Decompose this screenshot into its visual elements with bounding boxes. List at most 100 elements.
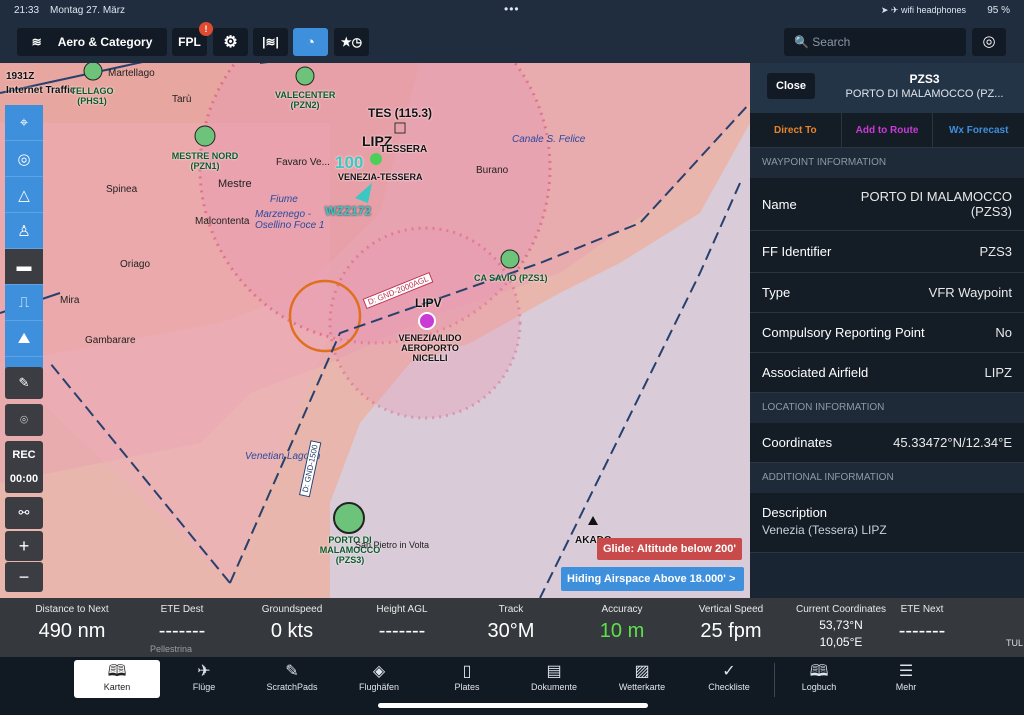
airport-label[interactable]: LIPV	[415, 296, 442, 310]
waypoint-label[interactable]: TELLAGO (PHS1)	[62, 86, 122, 106]
instruments-button[interactable]: ◔	[293, 28, 328, 56]
tab-label: Logbuch	[801, 682, 837, 692]
cell-ete-next[interactable]: ETE Next -------	[872, 604, 972, 643]
runway-icon[interactable]: ▬	[5, 249, 43, 285]
settings-button[interactable]: ⚙	[213, 28, 248, 56]
cell-track[interactable]: Track 30°M	[461, 604, 561, 643]
cell-distance-next[interactable]: Distance to Next 490 nm	[22, 604, 122, 643]
cell-ete-dest[interactable]: ETE Dest -------	[132, 604, 232, 643]
map-book-icon: 🕮	[107, 663, 127, 680]
tab-checkliste[interactable]: ✓ Checkliste	[686, 660, 772, 698]
map-view[interactable]: 1931Z Internet Traffic Martellago TELLAG…	[0, 63, 750, 598]
status-bar: 21:33 Montag 27. März ••• ➤ ✈ wifi headp…	[0, 0, 1024, 22]
gear-icon: ⚙	[223, 34, 238, 51]
multitask-dots[interactable]: •••	[504, 2, 520, 16]
crosshair-icon: ◎	[982, 33, 996, 50]
menu-icon: ☰	[898, 663, 914, 680]
hiding-airspace-button[interactable]: Hiding Airspace Above 18.000' >	[561, 567, 744, 591]
row-label: FF Identifier	[762, 244, 832, 259]
layers-label: Aero & Category	[57, 35, 153, 49]
cell-value: 490 nm	[38, 620, 106, 642]
traffic-callsign[interactable]: WZZ172	[325, 204, 371, 218]
tab-wetterkarte[interactable]: ▨ Wetterkarte	[599, 660, 685, 698]
info-row-compulsory: Compulsory Reporting Point No	[750, 313, 1024, 353]
favorites-button[interactable]: ★◷	[334, 28, 369, 56]
tab-label: Flüge	[192, 682, 216, 692]
waypoint-label[interactable]: MESTRE NORD (PZN1)	[170, 151, 240, 171]
pin-icon: ⌾	[20, 412, 28, 427]
cell-accuracy[interactable]: Accuracy 10 m	[572, 604, 672, 643]
date: Montag 27. März	[50, 5, 126, 16]
tab-logbuch[interactable]: 🕮 Logbuch	[776, 660, 862, 698]
tab-karten[interactable]: 🕮 Karten	[74, 660, 160, 698]
waypoint-pzs1	[500, 249, 520, 269]
glide-warning[interactable]: Glide: Altitude below 200'	[597, 538, 743, 560]
cell-vertical-speed[interactable]: Vertical Speed 25 fpm	[681, 604, 781, 643]
cell-groundspeed[interactable]: Groundspeed 0 kts	[242, 604, 342, 643]
center-ownship-icon[interactable]: ⌖	[5, 105, 43, 141]
map-label: Mestre	[218, 178, 252, 190]
map-label: Pellestrina	[150, 644, 193, 654]
altitude-profile-icon[interactable]: ⎍	[5, 285, 43, 321]
row-label: Type	[762, 285, 791, 300]
panel-subtitle: PORTO DI MALAMOCCO (PZ...	[845, 88, 1004, 100]
fpl-button[interactable]: FPL!	[172, 22, 213, 56]
waypoint-label[interactable]: VALECENTER (PZN2)	[275, 90, 335, 110]
rec-label: REC	[12, 449, 36, 461]
draw-button[interactable]: ✎	[5, 367, 43, 399]
cell-label: Accuracy	[601, 604, 643, 615]
waypoint-pzn2	[295, 66, 315, 86]
home-indicator[interactable]	[378, 703, 648, 708]
zoom-in-button[interactable]: +	[5, 531, 43, 561]
row-label: Coordinates	[762, 435, 833, 450]
tab-mehr[interactable]: ☰ Mehr	[863, 660, 949, 698]
route-button[interactable]: ⚯	[5, 497, 43, 529]
row-value: No	[995, 325, 1012, 340]
close-button[interactable]: Close	[767, 73, 815, 99]
star-clock-icon: ★◷	[340, 35, 363, 49]
tab-dokumente[interactable]: ▤ Dokumente	[511, 660, 597, 698]
tab-label: Karten	[103, 682, 131, 692]
row-value: PORTO DI MALAMOCCO (PZS3)	[860, 189, 1012, 219]
terrain-triangle-icon[interactable]: △	[5, 177, 43, 213]
tab-plates[interactable]: ▯ Plates	[424, 660, 510, 698]
airport-lipv	[418, 312, 436, 330]
weather-chart-icon: ▨	[634, 663, 650, 680]
direct-to-button[interactable]: Direct To	[750, 113, 842, 147]
wx-forecast-button[interactable]: Wx Forecast	[933, 113, 1024, 147]
vor-label[interactable]: TES (115.3)	[368, 106, 432, 120]
instrument-bar[interactable]: Pellestrina Distance to Next 490 nm ETE D…	[0, 598, 1024, 657]
mountain-icon[interactable]: ⛰	[5, 321, 43, 357]
row-value: PZS3	[979, 244, 1012, 259]
map-label: Mira	[60, 295, 80, 306]
map-label: TUL	[1006, 638, 1024, 648]
drop-pin-button[interactable]: ⌾	[5, 404, 43, 436]
tab-fluege[interactable]: ✈ Flüge	[161, 660, 247, 698]
cell-height-agl[interactable]: Height AGL -------	[352, 604, 452, 643]
info-row-description: Description Venezia (Tessera) LIPZ	[750, 493, 1024, 553]
track-up-icon[interactable]: ◎	[5, 141, 43, 177]
row-label: Compulsory Reporting Point	[762, 325, 925, 340]
section-header: WAYPOINT INFORMATION	[750, 148, 1024, 178]
row-value: 45.33472°N/12.34°E	[893, 435, 1012, 450]
section-header: LOCATION INFORMATION	[750, 393, 1024, 423]
weight-balance-icon[interactable]: ♙	[5, 213, 43, 249]
tab-scratchpads[interactable]: ✎ ScratchPads	[249, 660, 335, 698]
waypoint-label[interactable]: CA SAVIO (PZS1)	[474, 273, 548, 283]
info-row-airfield: Associated Airfield LIPZ	[750, 353, 1024, 393]
pencil-icon: ✎	[285, 663, 299, 680]
layers-icon: ≋	[31, 35, 42, 49]
record-button[interactable]: REC 00:00	[5, 441, 43, 493]
tab-flughaefen[interactable]: ◈ Flughäfen	[336, 660, 422, 698]
route-icon: ⚯	[18, 505, 30, 520]
layers-button[interactable]: ≋ Aero & Category	[17, 28, 167, 56]
add-to-route-button[interactable]: Add to Route	[842, 113, 934, 147]
map-label: Oriago	[120, 259, 151, 270]
locate-button[interactable]: ◎	[972, 28, 1006, 56]
zoom-out-button[interactable]: −	[5, 562, 43, 592]
map-label: TESSERA	[380, 144, 428, 155]
route-profile-button[interactable]: |≋|	[253, 28, 288, 56]
search-input[interactable]: 🔍 Search	[784, 28, 966, 56]
tab-label: Mehr	[895, 682, 917, 692]
search-placeholder: Search	[812, 35, 851, 49]
